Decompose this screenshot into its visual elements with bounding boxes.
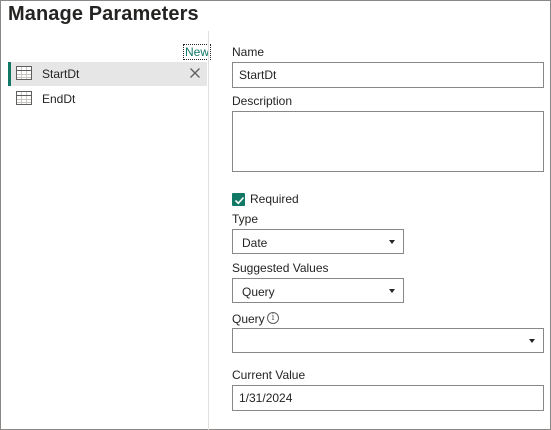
type-select-value: Date [242,236,268,250]
parameter-item-label: EndDt [42,92,76,106]
parameter-item-label: StartDt [42,67,80,81]
parameter-item-enddt[interactable]: EndDt [8,87,207,111]
description-input[interactable] [232,111,544,172]
suggested-values-label: Suggested Values [232,261,329,275]
parameter-item-startdt[interactable]: StartDt [8,62,207,86]
info-icon[interactable]: i [267,312,279,324]
query-label: Query [232,312,265,326]
description-label: Description [232,94,293,108]
checkmark-icon [234,196,245,205]
suggested-values-select[interactable]: Query [232,278,404,303]
close-icon[interactable] [187,65,203,81]
name-label: Name [232,45,265,59]
suggested-values-select-value: Query [242,285,275,299]
chevron-down-icon [389,240,395,244]
required-label: Required [250,192,299,206]
current-value-label: Current Value [232,368,306,382]
type-label: Type [232,212,259,226]
current-value-input[interactable] [232,385,544,411]
table-icon [16,66,32,80]
dialog-title: Manage Parameters [8,3,199,25]
name-input[interactable] [232,62,544,88]
table-icon [16,91,32,105]
pane-divider [208,31,209,430]
query-select[interactable] [232,328,544,353]
manage-parameters-dialog: Manage Parameters New StartDt EndDt Name… [0,0,551,430]
required-checkbox[interactable] [232,193,245,206]
chevron-down-icon [389,289,395,293]
chevron-down-icon [529,339,535,343]
type-select[interactable]: Date [232,229,404,254]
new-parameter-link[interactable]: New [183,44,212,60]
